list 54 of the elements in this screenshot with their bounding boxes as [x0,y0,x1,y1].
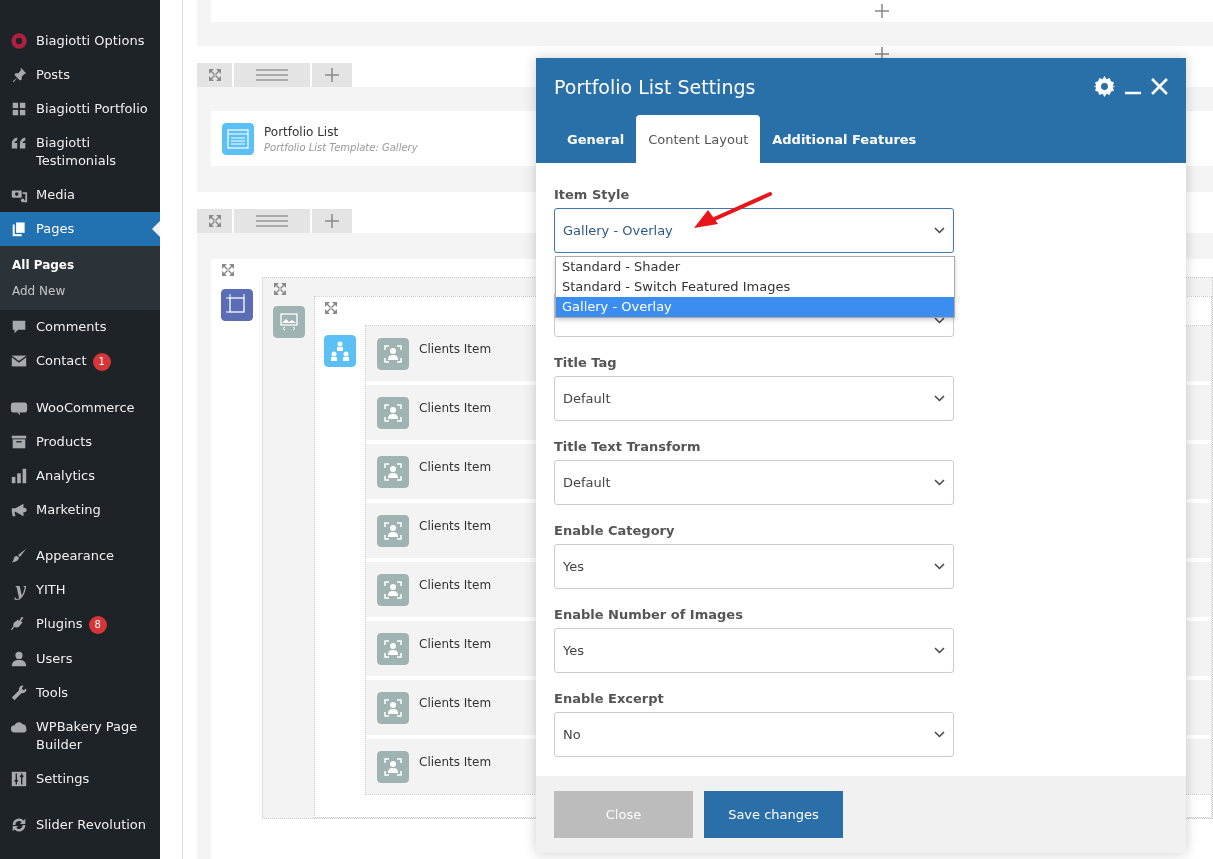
y-icon: y [10,581,30,599]
select-field[interactable]: Gallery - Overlay [554,208,954,253]
element-title: Portfolio List [264,124,340,139]
sidebar-item[interactable]: WPBakery Page Builder [0,710,160,762]
client-item-label: Clients Item [419,401,492,417]
select-field[interactable]: Yes [554,544,954,589]
count-badge: 1 [92,353,111,371]
client-item-label: Clients Item [419,755,492,771]
tab[interactable]: General [554,115,637,163]
tab[interactable]: Content Layout [636,115,761,163]
sidebar-item[interactable]: Slider Revolution [0,808,160,842]
dialog-title: Portfolio List Settings [554,75,757,98]
sidebar-item[interactable]: Biagiotti Testimonials [0,126,160,178]
sidebar-item[interactable]: y YITH [0,573,160,607]
element-subtitle: Portfolio List Template: Gallery [264,141,418,153]
select-field[interactable]: No [554,712,954,757]
sidebar-item[interactable]: Media [0,178,160,212]
field-label: Title Tag [554,356,618,370]
submenu-item[interactable]: All Pages [0,252,160,278]
sidebar-item[interactable]: Tools [0,676,160,710]
sidebar-item[interactable]: Marketing [0,493,160,527]
sidebar-item[interactable]: Posts [0,58,160,92]
sidebar-item[interactable]: Pages [0,212,160,246]
tab[interactable]: Additional Features [760,115,929,163]
sidebar-item[interactable]: WooCommerce [0,391,160,425]
count-badge: 8 [88,616,107,634]
client-item-label: Clients Item [419,637,492,653]
sidebar-item[interactable]: Comments [0,310,160,344]
sidebar-item[interactable]: Users [0,642,160,676]
client-item-label: Clients Item [419,342,492,358]
sidebar-item[interactable]: Plugins 8 [0,607,160,642]
dropdown-option[interactable]: Standard - Switch Featured Images [556,277,954,297]
save-button[interactable]: Save changes [704,791,843,838]
select-field[interactable]: Default [554,376,954,421]
sidebar-item[interactable]: Settings [0,762,160,796]
select-field[interactable]: Default [554,460,954,505]
field-label: Enable Number of Images [554,608,744,622]
field-label: Title Text Transform [554,440,702,454]
sidebar-item[interactable]: Products [0,425,160,459]
submenu-item[interactable]: Add New [0,278,160,304]
sidebar-item[interactable]: Contact 1 [0,344,160,379]
field-label: Enable Category [554,524,676,538]
dropdown-option[interactable]: Standard - Shader [556,257,954,277]
sidebar-item[interactable]: Appearance [0,539,160,573]
sidebar-item[interactable]: Biagiotti Portfolio [0,92,160,126]
client-item-label: Clients Item [419,460,492,476]
field-label: Item Style [554,188,631,202]
sidebar-item[interactable]: Analytics [0,459,160,493]
client-item-label: Clients Item [419,519,492,535]
select-field[interactable]: Yes [554,628,954,673]
sidebar-item[interactable]: Biagiotti Options [0,24,160,58]
client-item-label: Clients Item [419,696,492,712]
client-item-label: Clients Item [419,578,492,594]
field-label: Enable Excerpt [554,692,665,706]
